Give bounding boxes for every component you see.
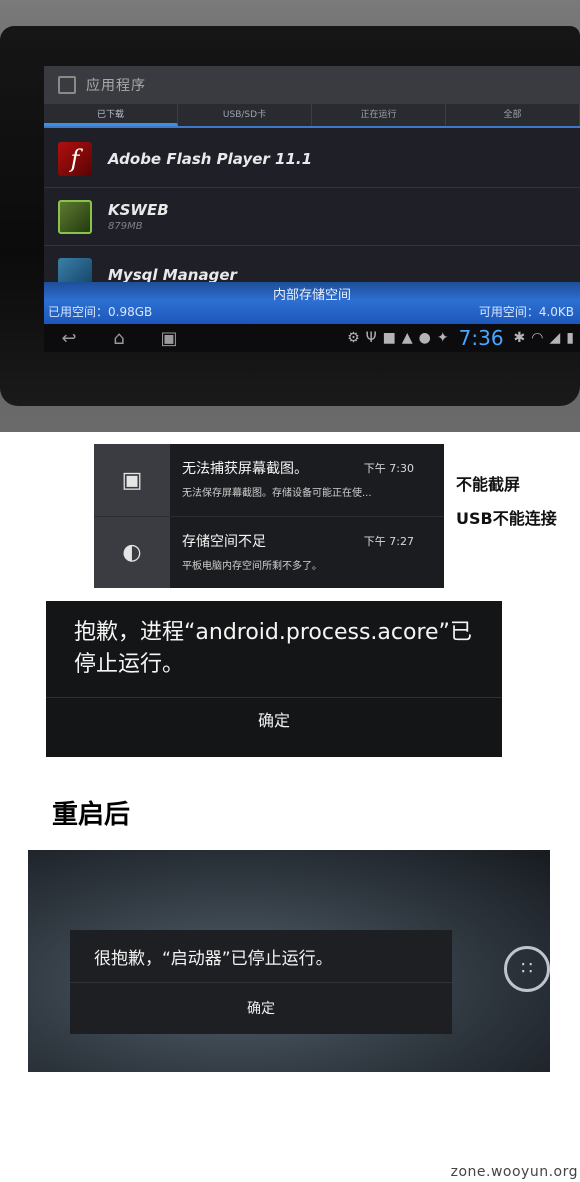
- dialog-message: 抱歉，进程“android.process.acore”已停止运行。: [74, 620, 472, 677]
- notification-icon-column: ◐: [94, 517, 170, 588]
- android-debug-icon: ⚙: [347, 330, 360, 346]
- app-row-ksweb[interactable]: KSWEB 879MB: [44, 188, 580, 246]
- tab-usb-sd[interactable]: USB/SD卡: [178, 104, 312, 126]
- wifi-icon: ◠: [531, 330, 544, 346]
- app-title: 应用程序: [86, 78, 146, 94]
- notification-item[interactable]: ◐ 存储空间不足 平板电脑内存空间所剩不多了。 下午 7:27: [94, 516, 444, 588]
- error-dialog-acore: 抱歉，进程“android.process.acore”已停止运行。 确定: [46, 601, 502, 757]
- section-title: 重启后: [52, 800, 131, 830]
- tab-running[interactable]: 正在运行: [312, 104, 446, 126]
- app-tabs: 已下载 USB/SD卡 正在运行 全部: [44, 104, 580, 128]
- notification-time: 下午 7:27: [363, 535, 414, 548]
- dialog-message: 很抱歉，“启动器”已停止运行。: [94, 949, 333, 969]
- picture-warning-icon: ▣: [121, 467, 143, 493]
- notification-time: 下午 7:30: [363, 462, 414, 475]
- flash-icon: f: [58, 141, 92, 176]
- picture-warning-icon: ▲: [401, 330, 413, 346]
- app-name: Adobe Flash Player 11.1: [108, 149, 313, 168]
- ksweb-icon: [58, 199, 92, 234]
- storage-panel: 内部存储空间 已用空间：0.98GB 可用空间：4.0KB: [44, 282, 580, 324]
- storage-warning-icon: ◐: [122, 540, 142, 565]
- watermark: zone.wooyun.org: [450, 1164, 578, 1180]
- side-note-screenshot: 不能截屏: [456, 475, 521, 494]
- launcher-crash-photo: 很抱歉，“启动器”已停止运行。 确定 ∷: [28, 850, 550, 1072]
- battery-icon: ▮: [566, 330, 574, 346]
- notification-icon-column: ▣: [94, 444, 170, 516]
- notification-title: 无法捕获屏幕截图。: [182, 461, 308, 477]
- notification-text: 无法保存屏幕截图。存储设备可能正在使...: [182, 488, 372, 499]
- system-navbar: ↩ ⌂ ▣ ⚙ Ψ ■ ▲ ● ✦ 7:36 ✱ ◠ ◢ ▮: [44, 324, 580, 352]
- notification-item[interactable]: ▣ 无法捕获屏幕截图。 无法保存屏幕截图。存储设备可能正在使... 下午 7:3…: [94, 444, 444, 516]
- tablet-photo: 应用程序 已下载 USB/SD卡 正在运行 全部 f Adobe Flash P…: [0, 0, 580, 432]
- storage-used: 已用空间：0.98GB: [48, 305, 153, 319]
- sync-icon: ✦: [436, 330, 449, 346]
- apps-icon: [58, 76, 76, 94]
- storage-title: 内部存储空间: [272, 288, 351, 303]
- back-icon[interactable]: ↩: [44, 328, 94, 349]
- signal-icon: ◢: [549, 330, 561, 346]
- tab-downloaded[interactable]: 已下载: [44, 104, 178, 126]
- bluetooth-off-icon: ✱: [513, 330, 526, 346]
- storage-warning-icon: ●: [418, 330, 431, 346]
- storage-free: 可用空间：4.0KB: [478, 305, 574, 319]
- notification-text: 平板电脑内存空间所剩不多了。: [182, 561, 322, 572]
- app-notification-icon: ■: [382, 330, 396, 346]
- app-row-flash[interactable]: f Adobe Flash Player 11.1: [44, 130, 580, 188]
- status-bar-icons: ⚙ Ψ ■ ▲ ● ✦ 7:36 ✱ ◠ ◢ ▮: [347, 324, 580, 352]
- app-list: f Adobe Flash Player 11.1 KSWEB 879MB My…: [44, 130, 580, 304]
- usb-icon: Ψ: [365, 330, 377, 346]
- clock: 7:36: [458, 326, 504, 350]
- app-name: Mysql Manager: [108, 265, 237, 284]
- tablet-screen: 应用程序 已下载 USB/SD卡 正在运行 全部 f Adobe Flash P…: [44, 66, 580, 352]
- tab-all[interactable]: 全部: [446, 104, 580, 126]
- ok-button[interactable]: 确定: [46, 698, 502, 744]
- notification-title: 存储空间不足: [182, 534, 266, 550]
- error-dialog-launcher: 很抱歉，“启动器”已停止运行。 确定: [70, 930, 452, 1034]
- home-icon[interactable]: ⌂: [94, 328, 144, 349]
- side-note-usb: USB不能连接: [456, 509, 557, 528]
- recent-apps-icon[interactable]: ▣: [144, 328, 194, 349]
- app-size: 879MB: [108, 221, 143, 232]
- app-name: KSWEB: [108, 201, 169, 219]
- notification-panel: ▣ 无法捕获屏幕截图。 无法保存屏幕截图。存储设备可能正在使... 下午 7:3…: [94, 444, 444, 588]
- app-header: 应用程序: [44, 66, 580, 104]
- all-apps-icon[interactable]: ∷: [504, 946, 550, 992]
- ok-button[interactable]: 确定: [70, 982, 452, 1034]
